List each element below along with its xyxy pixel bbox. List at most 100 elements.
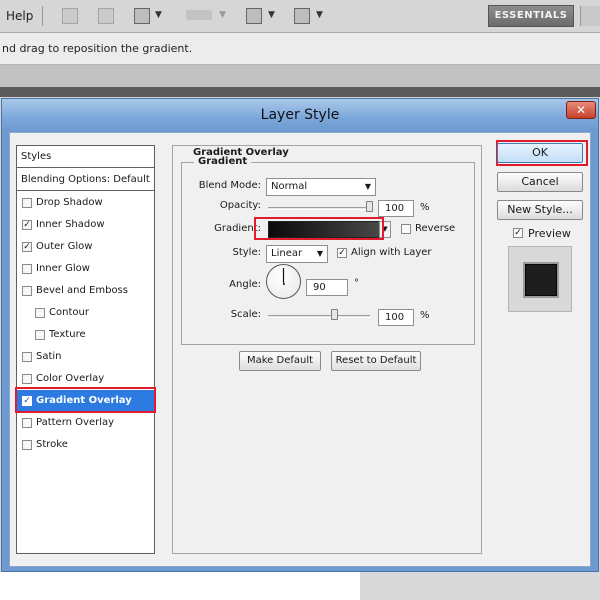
zoom-level-disabled: [186, 10, 212, 20]
dialog-title: Layer Style: [260, 107, 340, 123]
chevron-down-icon: ▼: [364, 182, 371, 191]
reverse-checkbox[interactable]: [401, 224, 411, 234]
angle-dial[interactable]: [266, 264, 301, 299]
styles-list: Styles Blending Options: Default Drop Sh…: [16, 145, 155, 554]
gradient-group: Gradient Blend Mode: Normal ▼ Opacity: 1…: [181, 156, 475, 345]
canvas-document[interactable]: [0, 572, 360, 600]
checkbox[interactable]: [22, 198, 32, 208]
options-bar: nd drag to reposition the gradient.: [0, 33, 600, 65]
opacity-slider[interactable]: [268, 207, 370, 210]
document-tab-strip: [0, 65, 600, 87]
arrange-documents-icon[interactable]: [246, 8, 262, 24]
options-hint-text: nd drag to reposition the gradient.: [2, 42, 193, 55]
checkbox[interactable]: [22, 440, 32, 450]
style-item-inner-glow[interactable]: Inner Glow: [17, 258, 154, 280]
checkbox[interactable]: [22, 352, 32, 362]
style-value: Linear: [271, 248, 303, 259]
checkbox[interactable]: [35, 308, 45, 318]
menu-help[interactable]: Help: [6, 9, 33, 23]
chevron-down-icon: ▼: [316, 249, 323, 258]
style-select[interactable]: Linear ▼: [266, 245, 328, 263]
ok-button[interactable]: OK: [497, 143, 583, 163]
blend-mode-label: Blend Mode:: [198, 180, 261, 191]
chevron-down-icon: ▼: [219, 10, 226, 20]
make-default-button[interactable]: Make Default: [239, 351, 321, 371]
style-item-label: Outer Glow: [36, 241, 93, 252]
scale-input[interactable]: 100: [378, 309, 414, 326]
style-item-label: Drop Shadow: [36, 197, 103, 208]
style-item-inner-shadow[interactable]: ✓ Inner Shadow: [17, 214, 154, 236]
workspace-essentials-button[interactable]: ESSENTIALS: [488, 5, 574, 27]
blending-options-item[interactable]: Blending Options: Default: [17, 169, 154, 191]
screen-mode-full-icon[interactable]: [294, 8, 310, 24]
chevron-down-icon[interactable]: ▼: [316, 10, 323, 20]
align-with-layer-label: Align with Layer: [351, 247, 432, 258]
style-item-contour[interactable]: Contour: [17, 302, 154, 324]
scale-slider[interactable]: [268, 315, 370, 318]
new-style-button[interactable]: New Style...: [497, 200, 583, 220]
style-item-pattern-overlay[interactable]: Pattern Overlay: [17, 412, 154, 434]
reverse-label: Reverse: [415, 223, 456, 234]
reset-to-default-button[interactable]: Reset to Default: [331, 351, 421, 371]
layer-style-dialog: Layer Style ✕ Styles Blending Options: D…: [1, 98, 599, 572]
chevron-down-icon[interactable]: ▼: [268, 10, 275, 20]
style-item-stroke[interactable]: Stroke: [17, 434, 154, 456]
screen-mode-icon[interactable]: [134, 8, 150, 24]
highlight-gradient-swatch: [254, 217, 384, 240]
styles-header[interactable]: Styles: [17, 146, 154, 168]
angle-label: Angle:: [229, 279, 261, 290]
checkbox-checked[interactable]: ✓: [22, 242, 32, 252]
blend-mode-value: Normal: [271, 181, 308, 192]
style-item-label: Texture: [49, 329, 86, 340]
preview-checkbox[interactable]: ✓: [513, 228, 523, 238]
grid-icon[interactable]: [62, 8, 78, 24]
style-item-texture[interactable]: Texture: [17, 324, 154, 346]
checkbox-checked[interactable]: ✓: [22, 220, 32, 230]
style-item-drop-shadow[interactable]: Drop Shadow: [17, 192, 154, 214]
gradient-label: Gradient:: [214, 223, 261, 234]
preview-swatch: [525, 264, 557, 296]
toolbar-separator: [42, 6, 43, 26]
chevron-down-icon[interactable]: ▼: [155, 10, 162, 20]
align-with-layer-checkbox[interactable]: ✓: [337, 248, 347, 258]
style-item-label: Contour: [49, 307, 89, 318]
degree-unit: °: [354, 278, 359, 289]
dialog-body: Styles Blending Options: Default Drop Sh…: [9, 132, 591, 567]
scale-label: Scale:: [230, 309, 261, 320]
blend-mode-select[interactable]: Normal ▼: [266, 178, 376, 196]
image-icon[interactable]: [98, 8, 114, 24]
style-item-label: Pattern Overlay: [36, 417, 115, 428]
style-label: Style:: [232, 247, 262, 258]
opacity-label: Opacity:: [219, 200, 261, 211]
cancel-button[interactable]: Cancel: [497, 172, 583, 192]
scale-slider-thumb[interactable]: [331, 309, 339, 320]
opacity-input[interactable]: 100: [378, 200, 414, 217]
checkbox[interactable]: [35, 330, 45, 340]
group-title: Gradient: [194, 156, 252, 167]
workspace-overflow[interactable]: [580, 6, 600, 26]
canvas-pasteboard: [360, 572, 600, 600]
style-preview: [508, 246, 572, 312]
style-item-bevel-emboss[interactable]: Bevel and Emboss: [17, 280, 154, 302]
opacity-slider-thumb[interactable]: [366, 201, 373, 212]
angle-needle-icon: [282, 268, 285, 283]
style-item-label: Inner Shadow: [36, 219, 105, 230]
style-item-label: Stroke: [36, 439, 68, 450]
document-edge: [0, 87, 600, 97]
gradient-overlay-panel: Gradient Overlay Gradient Blend Mode: No…: [172, 145, 482, 554]
app-toolbar: Help ▼ ▼ ▼ ▼ ESSENTIALS: [0, 0, 600, 33]
checkbox[interactable]: [22, 286, 32, 296]
angle-input[interactable]: 90: [306, 279, 348, 296]
preview-label: Preview: [528, 227, 571, 240]
checkbox[interactable]: [22, 264, 32, 274]
highlight-gradient-overlay: [15, 387, 156, 413]
percent-unit: %: [420, 310, 430, 321]
checkbox[interactable]: [22, 418, 32, 428]
percent-unit: %: [420, 202, 430, 213]
checkbox[interactable]: [22, 374, 32, 384]
dialog-titlebar[interactable]: Layer Style ✕: [2, 99, 598, 132]
style-item-outer-glow[interactable]: ✓ Outer Glow: [17, 236, 154, 258]
close-icon[interactable]: ✕: [566, 101, 596, 119]
style-item-satin[interactable]: Satin: [17, 346, 154, 368]
style-item-label: Inner Glow: [36, 263, 90, 274]
